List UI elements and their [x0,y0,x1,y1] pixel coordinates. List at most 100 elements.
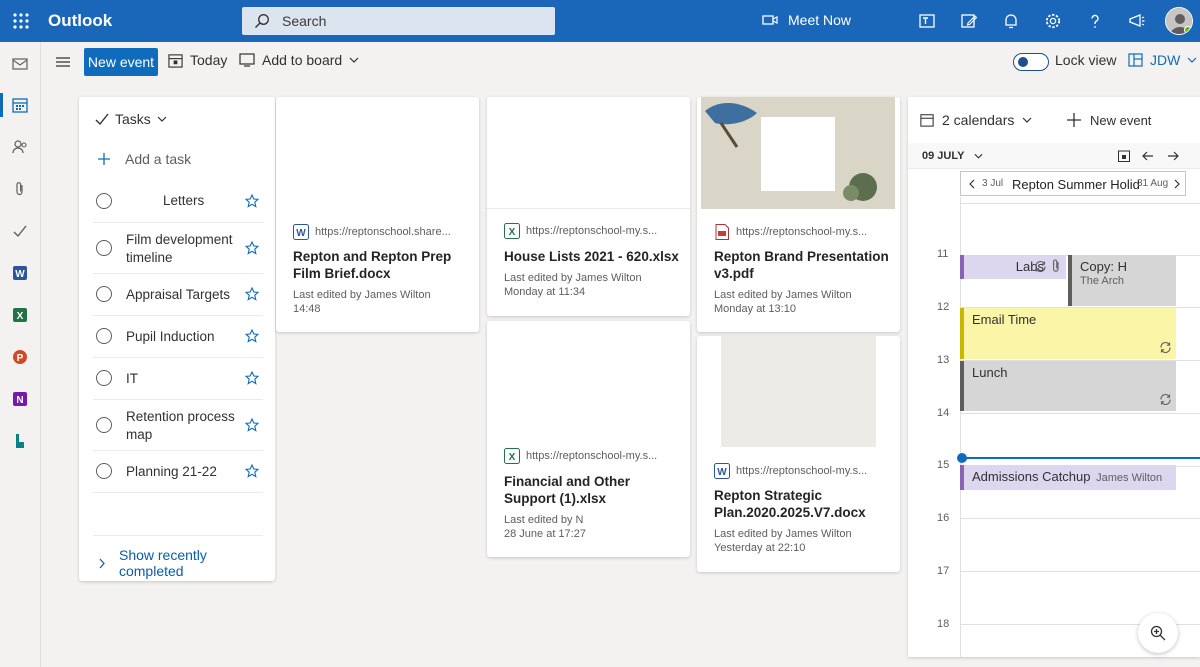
calendar-event[interactable]: Lunch [960,361,1176,411]
task-item[interactable]: IT [93,358,263,400]
file-url[interactable]: https://reptonschool-my.s... [714,224,867,240]
bookings-icon[interactable] [12,433,28,449]
task-item[interactable]: Appraisal Targets [93,274,263,316]
event-organizer: James Wilton [1096,472,1163,484]
star-icon[interactable] [245,287,259,301]
file-name[interactable]: House Lists 2021 - 620.xlsx [504,248,679,265]
word-file-icon: W [293,224,309,240]
pdf-file-icon [715,224,729,240]
checkmark-icon [95,113,109,125]
tasks-header[interactable]: Tasks [95,111,167,127]
calendar-event[interactable]: Copy: H The Arch [1068,255,1176,306]
task-complete-checkbox[interactable] [96,370,112,386]
people-icon[interactable] [12,139,28,155]
feedback-icon[interactable] [1128,12,1146,30]
app-rail: W X P N [0,42,41,667]
star-icon[interactable] [245,418,259,432]
task-item[interactable]: Film development timeline [93,223,263,274]
calendar-event[interactable]: Email Time [960,308,1176,359]
board-layout-icon [1128,53,1143,67]
file-url[interactable]: X https://reptonschool-my.s... [504,223,657,239]
task-item[interactable]: Pupil Induction [93,316,263,358]
teams-icon[interactable] [918,12,936,30]
file-name[interactable]: Repton Strategic Plan.2020.2025.V7.docx [714,487,889,521]
file-card[interactable]: W https://reptonschool-my.s... Repton St… [697,336,900,572]
recurring-icon [1035,260,1046,273]
add-to-board-button[interactable]: Add to board [239,52,359,68]
task-complete-checkbox[interactable] [96,417,112,433]
mail-icon[interactable] [12,56,28,72]
file-name[interactable]: Financial and Other Support (1).xlsx [504,473,679,507]
file-thumbnail [487,321,690,433]
star-icon[interactable] [245,194,259,208]
powerpoint-icon[interactable]: P [12,349,28,365]
meet-now-button[interactable]: Meet Now [762,12,851,28]
file-edited-when: 14:48 [293,303,321,315]
task-complete-checkbox[interactable] [96,463,112,479]
task-complete-checkbox[interactable] [96,328,112,344]
file-url[interactable]: W https://reptonschool-my.s... [714,463,867,479]
svg-text:X: X [17,311,24,322]
file-name[interactable]: Repton and Repton Prep Film Brief.docx [293,248,468,282]
calendar-new-event-button[interactable]: New event [1066,112,1151,128]
plus-icon [1067,113,1081,127]
avatar[interactable] [1165,7,1193,35]
board-selector[interactable]: JDW [1128,52,1197,68]
calendar-event[interactable]: Admissions Catchup James Wilton [960,465,1176,490]
file-name[interactable]: Repton Brand Presentation v3.pdf [714,248,889,282]
board-edit-icon[interactable] [960,12,978,30]
task-item[interactable]: Planning 21-22 [93,451,263,493]
arrow-left-icon[interactable] [1142,151,1154,161]
word-icon[interactable]: W [12,265,28,281]
file-card[interactable]: W https://reptonschool.share... Repton a… [276,97,479,332]
star-icon[interactable] [245,329,259,343]
divider [93,535,263,536]
current-time-line [958,457,1200,459]
new-event-button[interactable]: New event [84,48,158,76]
calendar-icon[interactable] [12,97,28,113]
zoom-in-icon [1150,625,1166,641]
date-bar: 09 JULY [908,143,1200,169]
onenote-icon[interactable]: N [12,391,28,407]
bell-icon[interactable] [1002,12,1020,30]
star-icon[interactable] [245,464,259,478]
app-name[interactable]: Outlook [48,11,112,31]
file-card[interactable]: https://reptonschool-my.s... Repton Bran… [697,97,900,332]
today-button[interactable]: Today [168,52,227,68]
command-bar: New event Today Add to board Lock view J… [41,42,1200,82]
attachment-icon[interactable] [12,181,28,197]
file-card[interactable]: X https://reptonschool-my.s... Financial… [487,321,690,557]
hamburger-icon[interactable] [55,55,71,69]
attachment-icon [1053,259,1059,272]
task-complete-checkbox[interactable] [96,286,112,302]
star-icon[interactable] [245,241,259,255]
file-url[interactable]: W https://reptonschool.share... [293,224,451,240]
zoom-button[interactable] [1138,613,1178,653]
file-url[interactable]: X https://reptonschool-my.s... [504,448,657,464]
show-recently-completed-button[interactable]: Show recently completed [99,547,275,579]
add-task-button[interactable]: Add a task [97,151,191,167]
today-calendar-icon[interactable] [1118,150,1130,162]
search-box[interactable]: Search [242,7,555,35]
task-item[interactable]: Letters [93,180,263,223]
file-card[interactable]: X https://reptonschool-my.s... House Lis… [487,97,690,316]
all-day-event[interactable]: 3 Jul Repton Summer Holid 31 Aug [960,171,1186,196]
app-launcher-icon[interactable] [12,12,30,30]
hour-label: 15 [937,459,950,471]
lock-view-toggle[interactable] [1013,53,1049,71]
task-item[interactable]: Retention process map [93,400,263,451]
chevron-down-icon [1022,117,1032,123]
meet-now-label: Meet Now [788,12,852,28]
date-selector[interactable]: 09 JULY [922,150,983,162]
file-thumbnail [487,97,690,209]
task-complete-checkbox[interactable] [96,193,112,209]
help-icon[interactable] [1086,12,1104,30]
gear-icon[interactable] [1044,12,1062,30]
excel-icon[interactable]: X [12,307,28,323]
arrow-right-icon[interactable] [1167,151,1179,161]
rail-selection-indicator [0,93,3,117]
task-complete-checkbox[interactable] [96,240,112,256]
todo-icon[interactable] [12,223,28,239]
calendars-selector[interactable]: 2 calendars [920,112,1032,128]
star-icon[interactable] [245,371,259,385]
